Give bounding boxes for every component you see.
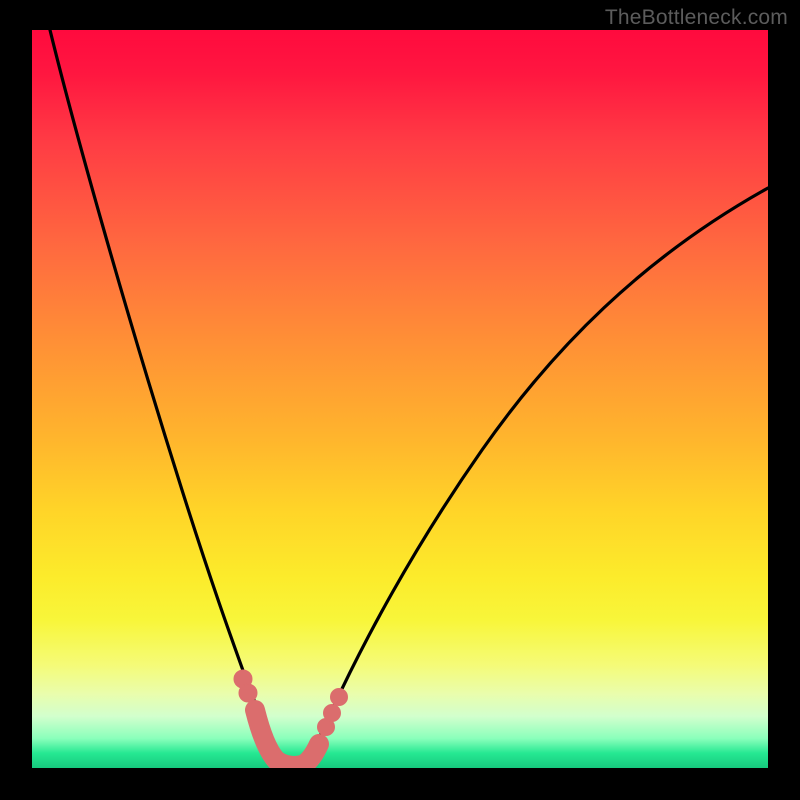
curve-left — [50, 30, 285, 766]
curve-right — [302, 188, 768, 766]
watermark-text: TheBottleneck.com — [605, 6, 788, 30]
bottleneck-curve-svg — [32, 30, 768, 768]
plot-area — [32, 30, 768, 768]
highlight-markers — [234, 670, 348, 766]
chart-frame: TheBottleneck.com — [0, 0, 800, 800]
